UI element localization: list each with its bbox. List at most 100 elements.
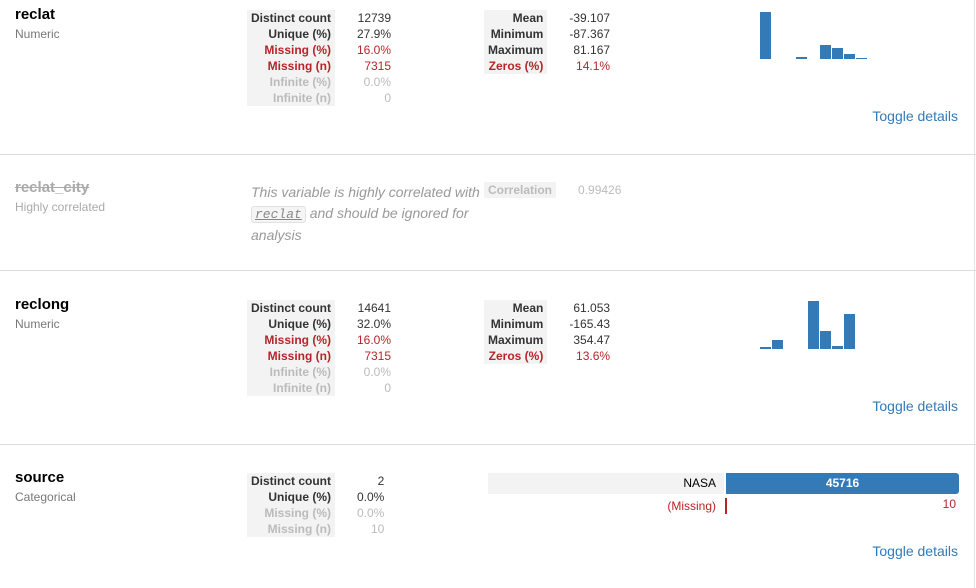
stat-label: Missing (n): [247, 348, 335, 364]
stat-value: -87.367: [569, 27, 611, 41]
stat-value: 27.9%: [357, 27, 392, 41]
stat-value: 14641: [357, 301, 392, 315]
stat-row: Maximum 81.167: [484, 42, 614, 58]
stat-value: 12739: [357, 11, 392, 25]
stat-value: -39.107: [569, 11, 611, 25]
warning-text-before: This variable is highly correlated with: [251, 184, 480, 200]
stat-label: Missing (%): [247, 505, 335, 521]
stat-row: Distinct count 12739: [247, 10, 395, 26]
variable-type: Highly correlated: [15, 200, 106, 214]
stats-table-left: Distinct count 12739 Unique (%) 27.9% Missin…: [247, 10, 395, 106]
variable-row-reclat: reclat Numeric Distinct count 12739 Unique…: [0, 0, 975, 154]
stat-row: Unique (%) 0.0%: [247, 489, 388, 505]
stat-label: Unique (%): [247, 26, 335, 42]
correlation-value: 0.99426: [578, 183, 622, 197]
stat-row: Infinite (n) 0: [247, 380, 395, 396]
stat-label: Distinct count: [247, 473, 335, 489]
stat-row: Distinct count 2: [247, 473, 388, 489]
stat-value: 0.0%: [357, 506, 385, 520]
toggle-details-link[interactable]: Toggle details: [872, 108, 958, 124]
stat-label: Mean: [484, 10, 548, 26]
stat-label: Infinite (n): [247, 90, 335, 106]
stat-row: Missing (%) 16.0%: [247, 42, 395, 58]
stat-label: Missing (n): [247, 521, 335, 537]
stat-value: 0.0%: [363, 365, 392, 379]
stat-value: 10: [371, 522, 385, 536]
stat-label: Missing (n): [247, 58, 335, 74]
stat-value: 7315: [364, 59, 392, 73]
stat-value: 2: [377, 474, 385, 488]
stat-row: Infinite (n) 0: [247, 90, 395, 106]
stat-value: -165.43: [569, 317, 611, 331]
histogram-bar: [760, 12, 771, 59]
correlation-label: Correlation: [484, 182, 557, 198]
stat-label: Infinite (%): [247, 74, 335, 90]
stat-label: Distinct count: [247, 10, 335, 26]
stat-value: 13.6%: [576, 349, 611, 363]
stat-row: Unique (%) 32.0%: [247, 316, 395, 332]
stat-label: Mean: [484, 300, 548, 316]
variable-name: reclat: [15, 6, 56, 23]
histogram-mini[interactable]: [760, 12, 880, 59]
histogram-bar: [844, 314, 855, 349]
stat-value: 7315: [364, 349, 392, 363]
stat-row: Missing (%) 16.0%: [247, 332, 395, 348]
stat-value: 354.47: [573, 333, 611, 347]
stat-label: Maximum: [484, 42, 548, 58]
histogram-bar: [796, 57, 807, 59]
missing-bar: [725, 498, 727, 514]
histogram-bar: [808, 301, 819, 349]
stat-value: 0: [384, 91, 392, 105]
stat-value: 0: [384, 381, 392, 395]
stats-table-left: Distinct count 14641 Unique (%) 32.0% Missin…: [247, 300, 395, 396]
variable-row-source: source Categorical Distinct count 2 Unique…: [0, 445, 975, 588]
variable-name: reclat_city: [15, 179, 90, 196]
stat-label: Missing (%): [247, 42, 335, 58]
stat-row: Minimum -165.43: [484, 316, 614, 332]
stat-label: Infinite (%): [247, 364, 335, 380]
stat-label: Minimum: [484, 316, 548, 332]
stat-label: Zeros (%): [484, 58, 548, 74]
variable-name: source: [15, 469, 65, 486]
stat-row: Minimum -87.367: [484, 26, 614, 42]
variable-type: Categorical: [15, 490, 76, 504]
stat-row: Maximum 354.47: [484, 332, 614, 348]
missing-label: (Missing): [667, 499, 716, 513]
stat-row: Mean 61.053: [484, 300, 614, 316]
histogram-mini[interactable]: [760, 301, 880, 349]
stat-row: Missing (n) 7315: [247, 348, 395, 364]
stat-value: 0.0%: [357, 490, 385, 504]
histogram-bar: [820, 331, 831, 349]
toggle-details-link[interactable]: Toggle details: [872, 543, 958, 559]
stat-row: Mean -39.107: [484, 10, 614, 26]
stat-row: Missing (n) 10: [247, 521, 388, 537]
variable-type: Numeric: [15, 27, 60, 41]
correlation-warning: This variable is highly correlated with …: [251, 182, 487, 246]
stat-row: Infinite (%) 0.0%: [247, 364, 395, 380]
correlated-variable-code: reclat: [251, 206, 306, 223]
histogram-bar: [832, 346, 843, 349]
stat-label: Zeros (%): [484, 348, 548, 364]
stat-value: 0.0%: [363, 75, 392, 89]
frequency-label: NASA: [488, 473, 724, 494]
frequency-bar: 45716: [726, 473, 959, 494]
stat-label: Missing (%): [247, 332, 335, 348]
stat-value: 16.0%: [357, 333, 392, 347]
stat-label: Maximum: [484, 332, 548, 348]
toggle-details-link[interactable]: Toggle details: [872, 398, 958, 414]
histogram-bar: [832, 48, 843, 59]
stat-value: 16.0%: [357, 43, 392, 57]
variable-name: reclong: [15, 296, 70, 313]
stat-label: Unique (%): [247, 489, 335, 505]
histogram-bar: [760, 347, 771, 349]
stat-value: 32.0%: [357, 317, 392, 331]
stat-label: Unique (%): [247, 316, 335, 332]
correlation-table: Correlation 0.99426: [484, 182, 625, 198]
stat-value: 81.167: [573, 43, 611, 57]
variable-type: Numeric: [15, 317, 60, 331]
stat-row: Zeros (%) 13.6%: [484, 348, 614, 364]
stats-table-right: Mean -39.107 Minimum -87.367 Maximum 81.167 Ze…: [484, 10, 614, 74]
stat-value: 61.053: [573, 301, 611, 315]
variable-row-reclong: reclong Numeric Distinct count 14641 Uniqu…: [0, 271, 975, 444]
stat-row: Missing (%) 0.0%: [247, 505, 388, 521]
